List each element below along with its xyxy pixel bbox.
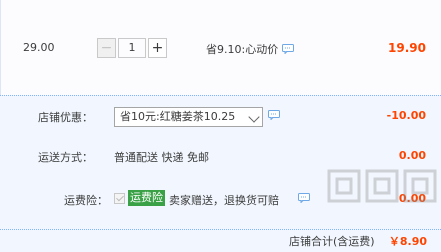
- insurance-badge: 运费险: [128, 190, 165, 206]
- chat-bubble-icon[interactable]: [282, 44, 295, 55]
- chat-bubble-icon[interactable]: [268, 110, 280, 123]
- quantity-stepper: − 1 +: [97, 38, 167, 60]
- decrease-quantity-button[interactable]: −: [97, 38, 116, 58]
- item-discount-text: 省9.10:心动价: [206, 43, 279, 56]
- shipping-label: 运送方式：: [38, 151, 93, 164]
- watermark-logo: [325, 165, 441, 205]
- increase-quantity-button[interactable]: +: [148, 38, 167, 58]
- order-item-row: 29.00 − 1 + 省9.10:心动价 19.90: [0, 0, 441, 95]
- item-discount: 省9.10:心动价: [206, 41, 295, 57]
- store-discount-row: 店铺优惠： 省10元:红糖姜茶10.25 -10.00: [0, 107, 441, 133]
- shipping-method: 普通配送 快递 免邮: [114, 151, 209, 164]
- store-discount-label: 店铺优惠：: [38, 111, 93, 124]
- insurance-checkbox[interactable]: [114, 193, 125, 204]
- store-total-amount: ￥8.90: [388, 235, 427, 248]
- store-total-bar: 店铺合计(含运费) ￥8.90: [0, 230, 441, 252]
- chat-bubble-icon[interactable]: [298, 193, 310, 206]
- insurance-text: 卖家赠送，退换货可赔: [169, 194, 279, 207]
- coupon-select-value: 省10元:红糖姜茶10.25: [120, 110, 236, 123]
- chevron-down-icon: [248, 111, 260, 123]
- quantity-input[interactable]: 1: [118, 38, 146, 58]
- shipping-amount: 0.00: [398, 149, 426, 162]
- unit-price: 29.00: [23, 41, 55, 54]
- item-subtotal: 19.90: [388, 41, 426, 55]
- store-discount-amount: -10.00: [386, 109, 426, 122]
- store-options-panel: 店铺优惠： 省10元:红糖姜茶10.25 -10.00 运送方式： 普通配送 快…: [0, 95, 441, 230]
- store-total-label: 店铺合计(含运费): [289, 235, 375, 248]
- coupon-select[interactable]: 省10元:红糖姜茶10.25: [114, 107, 263, 127]
- insurance-label: 运费险：: [64, 194, 108, 207]
